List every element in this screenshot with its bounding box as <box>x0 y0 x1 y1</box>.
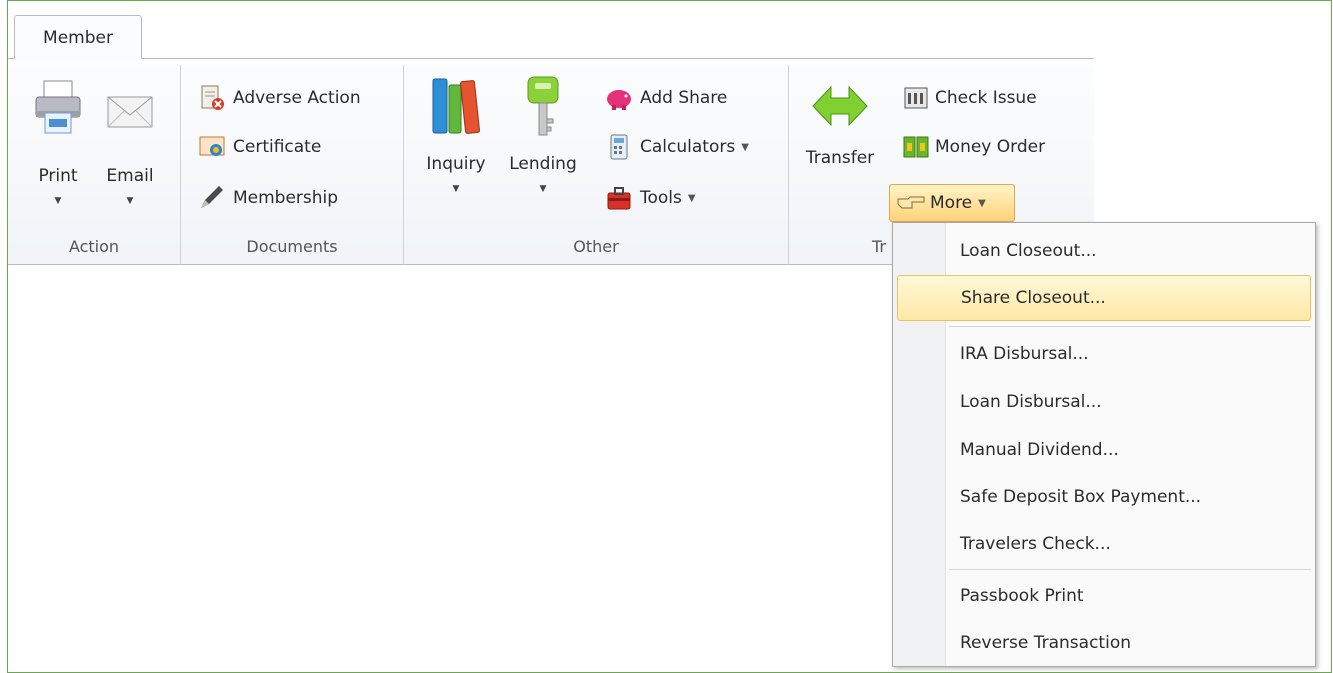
group-action: Print ▼ Email ▼ Action <box>8 59 180 265</box>
menu-item-manual-dividend[interactable]: Manual Dividend... <box>897 427 1311 473</box>
certificate-button[interactable]: Certificate <box>197 130 321 164</box>
menu-separator <box>949 326 1311 327</box>
envelope-icon <box>107 96 153 128</box>
print-button[interactable]: Print ▼ <box>30 77 86 206</box>
menu-item-ira-disbursal[interactable]: IRA Disbursal... <box>897 331 1311 377</box>
menu-item-loan-closeout[interactable]: Loan Closeout... <box>897 228 1311 274</box>
pointing-hand-icon <box>897 196 925 209</box>
chevron-down-icon: ▼ <box>741 141 749 153</box>
menu-item-safe-deposit-box-payment[interactable]: Safe Deposit Box Payment... <box>897 474 1311 520</box>
lending-button[interactable]: Lending ▼ <box>500 75 586 194</box>
add-share-button[interactable]: Add Share <box>604 81 727 115</box>
printer-icon <box>35 80 81 134</box>
menu-item-passbook-print[interactable]: Passbook Print <box>897 573 1311 619</box>
adverse-action-button[interactable]: Adverse Action <box>197 81 361 115</box>
pen-icon <box>201 186 223 208</box>
transfer-button[interactable]: Transfer <box>799 81 881 168</box>
key-icon <box>527 76 559 136</box>
membership-button[interactable]: Membership <box>197 181 338 215</box>
chevron-down-icon: ▼ <box>54 196 62 206</box>
transfer-arrows-icon <box>812 85 868 127</box>
calculator-icon <box>610 134 628 160</box>
books-icon <box>432 78 480 134</box>
menu-separator <box>949 569 1311 570</box>
group-documents: Adverse Action Certificate Membership Do… <box>181 59 403 265</box>
document-delete-icon <box>201 85 224 110</box>
calculators-button[interactable]: Calculators ▼ <box>604 130 749 164</box>
bank-icon <box>904 87 928 109</box>
email-button[interactable]: Email ▼ <box>100 77 160 206</box>
more-dropdown-menu: Loan Closeout... Share Closeout... IRA D… <box>892 222 1316 667</box>
money-order-icon <box>903 136 929 158</box>
inquiry-button[interactable]: Inquiry ▼ <box>418 75 494 194</box>
certificate-icon <box>199 136 225 156</box>
chevron-down-icon: ▼ <box>687 192 696 204</box>
chevron-down-icon: ▼ <box>126 196 134 206</box>
group-other: Inquiry ▼ Lending ▼ Add Share Calculator… <box>404 59 788 265</box>
group-label-documents: Documents <box>246 236 338 256</box>
money-order-button[interactable]: Money Order <box>901 130 1045 164</box>
chevron-down-icon: ▼ <box>539 184 547 194</box>
menu-item-travelers-check[interactable]: Travelers Check... <box>897 521 1311 567</box>
piggy-bank-icon <box>607 90 631 110</box>
chevron-down-icon: ▼ <box>452 184 460 194</box>
toolbox-icon <box>607 187 631 210</box>
tab-member[interactable]: Member <box>14 15 142 59</box>
chevron-down-icon: ▼ <box>978 197 986 209</box>
more-button[interactable]: More ▼ <box>889 184 1015 222</box>
menu-item-loan-disbursal[interactable]: Loan Disbursal... <box>897 379 1311 425</box>
group-label-action: Action <box>68 236 120 256</box>
menu-item-share-closeout[interactable]: Share Closeout... <box>897 275 1311 321</box>
tools-button[interactable]: Tools ▼ <box>604 181 696 215</box>
check-issue-button[interactable]: Check Issue <box>901 81 1037 115</box>
group-label-other: Other <box>573 236 619 256</box>
menu-item-reverse-transaction[interactable]: Reverse Transaction <box>897 620 1311 666</box>
